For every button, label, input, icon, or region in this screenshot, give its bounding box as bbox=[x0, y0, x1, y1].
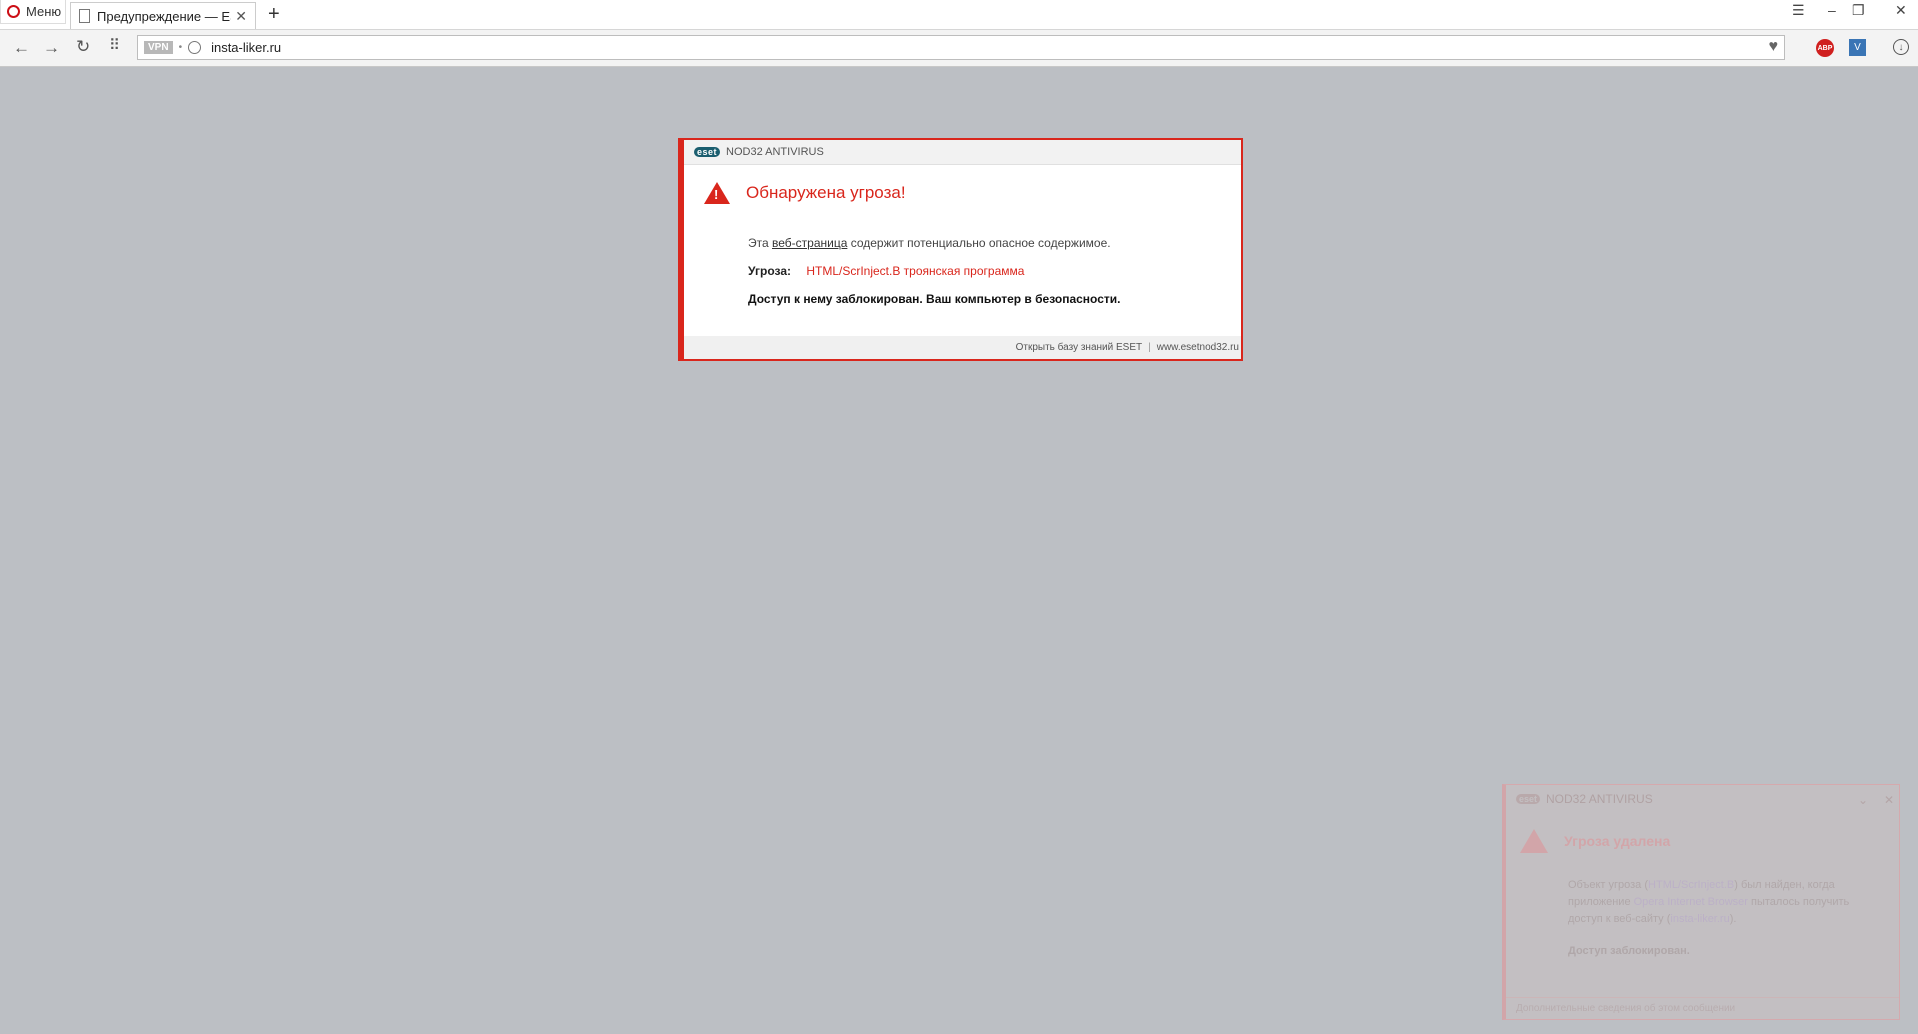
address-bar[interactable]: VPN • insta-liker.ru ♥ bbox=[137, 35, 1785, 60]
description-line: Эта веб-страница содержит потенциально о… bbox=[748, 236, 1111, 250]
notification-footer-link[interactable]: Дополнительные сведения об этом сообщени… bbox=[1506, 997, 1899, 1019]
menu-label: Меню bbox=[26, 4, 62, 19]
url-text[interactable]: insta-liker.ru bbox=[211, 40, 281, 55]
body-text: ). bbox=[1729, 913, 1737, 925]
product-name: NOD32 ANTIVIRUS bbox=[726, 146, 824, 158]
close-icon[interactable]: ✕ bbox=[1884, 793, 1894, 807]
tab-menu-icon[interactable]: ☰ bbox=[1792, 2, 1805, 19]
notification-body: Объект угроза (HTML/ScrInject.B) был най… bbox=[1568, 877, 1868, 928]
blocked-message: Доступ к нему заблокирован. Ваш компьюте… bbox=[748, 292, 1121, 306]
threat-line: Угроза: HTML/ScrInject.B троянская прогр… bbox=[748, 264, 1024, 278]
dialog-title: Обнаружена угроза! bbox=[746, 183, 906, 202]
forward-icon[interactable]: → bbox=[43, 38, 60, 58]
app-link[interactable]: Opera Internet Browser bbox=[1634, 896, 1748, 908]
address-toolbar: ← → ↻ ⠿ VPN • insta-liker.ru ♥ ABP V ↓ bbox=[0, 30, 1918, 67]
close-window-icon[interactable]: ✕ bbox=[1895, 2, 1907, 19]
separator-dot: • bbox=[178, 42, 183, 53]
threat-label: Угроза: bbox=[748, 264, 791, 278]
notification-title-row: Угроза удалена bbox=[1520, 829, 1670, 853]
page-icon bbox=[79, 9, 90, 23]
opera-menu-button[interactable]: Меню bbox=[0, 0, 66, 24]
footer-separator: | bbox=[1148, 342, 1151, 353]
opera-logo-icon bbox=[7, 5, 20, 18]
new-tab-button[interactable]: + bbox=[268, 3, 280, 26]
webpage-link[interactable]: веб-страница bbox=[772, 236, 847, 250]
threat-value: HTML/ScrInject.B троянская программа bbox=[806, 264, 1025, 278]
notification-blocked: Доступ заблокирован. bbox=[1568, 945, 1690, 957]
dialog-title-row: ! Обнаружена угроза! bbox=[704, 182, 906, 204]
notification-header: eset NOD32 ANTIVIRUS bbox=[1506, 785, 1899, 813]
site-link[interactable]: insta-liker.ru bbox=[1670, 913, 1729, 925]
threat-link[interactable]: HTML/ScrInject.B bbox=[1648, 879, 1734, 891]
extension-icon[interactable]: V bbox=[1849, 39, 1866, 56]
dialog-footer: Открыть базу знаний ESET | www.esetnod32… bbox=[684, 336, 1241, 359]
warning-icon: ! bbox=[704, 182, 730, 204]
adblock-plus-icon[interactable]: ABP bbox=[1816, 39, 1834, 57]
download-icon[interactable]: ↓ bbox=[1893, 39, 1909, 55]
warning-icon bbox=[1520, 829, 1548, 853]
eset-logo: eset bbox=[694, 147, 721, 157]
body-text: Объект угроза ( bbox=[1568, 879, 1649, 891]
bookmark-heart-icon[interactable]: ♥ bbox=[1769, 38, 1779, 56]
tab-title: Предупреждение — ESET bbox=[97, 8, 231, 24]
eset-warning-dialog: eset NOD32 ANTIVIRUS ! Обнаружена угроза… bbox=[678, 138, 1243, 361]
site-info-icon[interactable] bbox=[188, 41, 202, 54]
dialog-header: eset NOD32 ANTIVIRUS bbox=[684, 140, 1241, 165]
eset-site-link[interactable]: www.esetnod32.ru bbox=[1157, 342, 1239, 353]
tab-close-icon[interactable]: ✕ bbox=[235, 8, 247, 25]
eset-logo: eset bbox=[1516, 794, 1541, 804]
back-icon[interactable]: ← bbox=[13, 38, 30, 58]
reload-icon[interactable]: ↻ bbox=[76, 37, 90, 57]
chevron-down-icon[interactable]: ⌄ bbox=[1858, 793, 1868, 807]
vpn-badge[interactable]: VPN bbox=[144, 41, 173, 54]
minimize-icon[interactable]: – bbox=[1828, 2, 1836, 18]
tab-active[interactable]: Предупреждение — ESET ✕ bbox=[70, 2, 256, 29]
notification-product: NOD32 ANTIVIRUS bbox=[1546, 792, 1653, 806]
description-prefix: Эта bbox=[748, 236, 772, 250]
tab-strip: Меню Предупреждение — ESET ✕ + ☰ – ❐ ✕ bbox=[0, 0, 1918, 30]
speed-dial-icon[interactable]: ⠿ bbox=[109, 36, 120, 54]
restore-icon[interactable]: ❐ bbox=[1852, 2, 1865, 19]
notification-title: Угроза удалена bbox=[1564, 833, 1671, 849]
description-suffix: содержит потенциально опасное содержимое… bbox=[847, 236, 1111, 250]
knowledge-base-link[interactable]: Открыть базу знаний ESET bbox=[1016, 342, 1143, 353]
eset-notification: eset NOD32 ANTIVIRUS ⌄ ✕ Угроза удалена … bbox=[1502, 784, 1900, 1020]
